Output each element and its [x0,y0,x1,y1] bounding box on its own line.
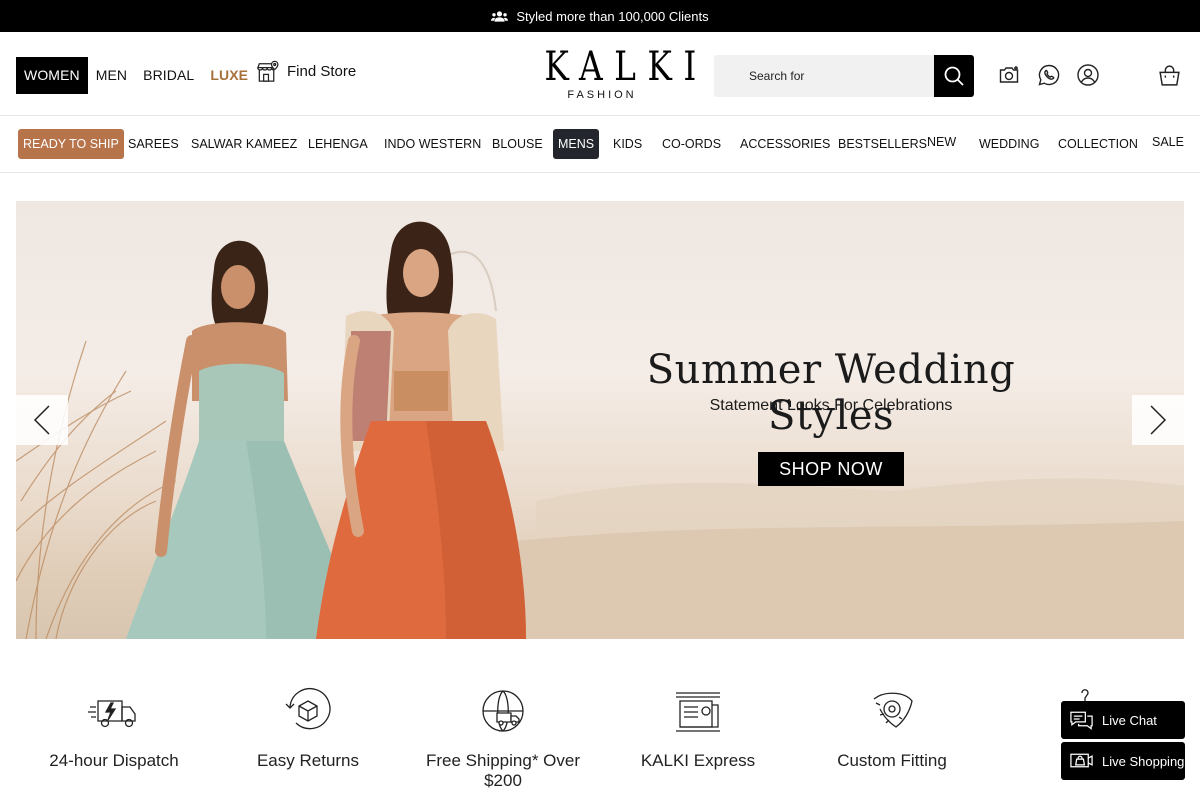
nav-item-accessories[interactable]: ACCESSORIES [740,129,830,159]
category-nav: READY TO SHIP SAREES SALWAR KAMEEZ LEHEN… [0,117,1200,173]
search-icon [944,66,964,86]
shop-now-button[interactable]: SHOP NOW [758,452,904,486]
find-store-link[interactable]: Find Store [255,59,356,84]
feature-label: KALKI Express [640,751,756,770]
carousel-prev-button[interactable] [16,395,68,445]
nav-item-indo-western[interactable]: INDO WESTERN [384,129,481,159]
search-button[interactable] [934,55,974,97]
live-chat-label: Live Chat [1102,712,1157,728]
chevron-left-icon [33,405,50,435]
find-store-label: Find Store [287,63,357,80]
returns-box-icon [285,688,331,730]
camera-search-icon[interactable] [998,63,1022,87]
logo-wordmark: KALKI [544,44,708,90]
gender-tabs: WOMEN MEN BRIDAL LUXE [16,57,256,94]
dispatch-truck-icon [88,700,136,728]
whatsapp-icon[interactable] [1037,63,1061,87]
nav-item-wedding[interactable]: WEDDING [979,129,1039,159]
feature-label: Custom Fitting [837,751,947,770]
announcement-bar: Styled more than 100,000 Clients [0,0,1200,32]
users-icon [491,10,509,22]
hero-banner[interactable]: Summer Wedding Styles Statement Looks Fo… [16,201,1184,639]
logo-subtitle: FASHION [567,89,637,101]
nav-item-lehenga[interactable]: LEHENGA [308,129,368,159]
live-chat-button[interactable]: Live Chat [1061,701,1185,739]
kalki-logo[interactable]: KALKI FASHION [518,44,708,101]
nav-item-sarees[interactable]: SAREES [128,129,179,159]
search-input[interactable] [714,55,934,97]
live-shopping-button[interactable]: Live Shopping [1061,742,1185,780]
nav-item-new[interactable]: NEW [927,127,956,157]
header-icons [998,63,1100,87]
header: WOMEN MEN BRIDAL LUXE Find Store KALKI F… [0,32,1200,116]
hero-subtitle: Statement Looks For Celebrations [709,397,953,414]
feature-custom-fitting: Custom Fitting [797,685,987,771]
live-shopping-label: Live Shopping [1102,753,1185,769]
feature-dispatch: 24-hour Dispatch [19,685,209,771]
nav-item-collection[interactable]: COLLECTION [1058,129,1138,159]
nav-item-bestsellers[interactable]: BESTSELLERS [838,129,927,159]
feature-label: 24-hour Dispatch [49,751,179,770]
account-icon[interactable] [1076,63,1100,87]
nav-item-kids[interactable]: KIDS [613,129,642,159]
measuring-tape-icon [873,692,913,728]
store-icon [256,60,279,82]
feature-free-shipping: Free Shipping* Over $200 [408,685,598,791]
tab-luxe[interactable]: LUXE [202,57,256,94]
nav-item-blouse[interactable]: BLOUSE [492,129,543,159]
feature-label: Easy Returns [256,751,360,770]
nav-item-sale[interactable]: SALE [1152,127,1184,157]
nav-item-ready-to-ship[interactable]: READY TO SHIP [18,129,124,159]
free-shipping-globe-icon [482,690,524,732]
announcement-text: Styled more than 100,000 Clients [516,8,709,24]
feature-kalki-express: KALKI Express [603,685,793,771]
chat-bubbles-icon [1070,711,1093,730]
feature-label: Free Shipping* Over $200 [425,751,581,790]
nav-item-salwar-kameez[interactable]: SALWAR KAMEEZ [191,129,297,159]
cart-button[interactable] [1157,63,1182,93]
hero-title: Summer Wedding Styles [646,347,1016,439]
feature-returns: Easy Returns [213,685,403,771]
search-bar [714,55,974,97]
nav-item-co-ords[interactable]: CO-ORDS [662,129,721,159]
cart-icon [1159,65,1180,86]
carousel-next-button[interactable] [1132,395,1184,445]
tab-men[interactable]: MEN [88,57,135,94]
features-row: 24-hour Dispatch Easy Returns Free Shipp… [0,685,1200,800]
sewing-machine-icon [676,692,720,732]
tab-bridal[interactable]: BRIDAL [135,57,202,94]
chevron-right-icon [1150,405,1167,435]
video-shopping-icon [1070,753,1093,768]
tab-women[interactable]: WOMEN [16,57,88,94]
nav-item-mens[interactable]: MENS [553,129,600,159]
